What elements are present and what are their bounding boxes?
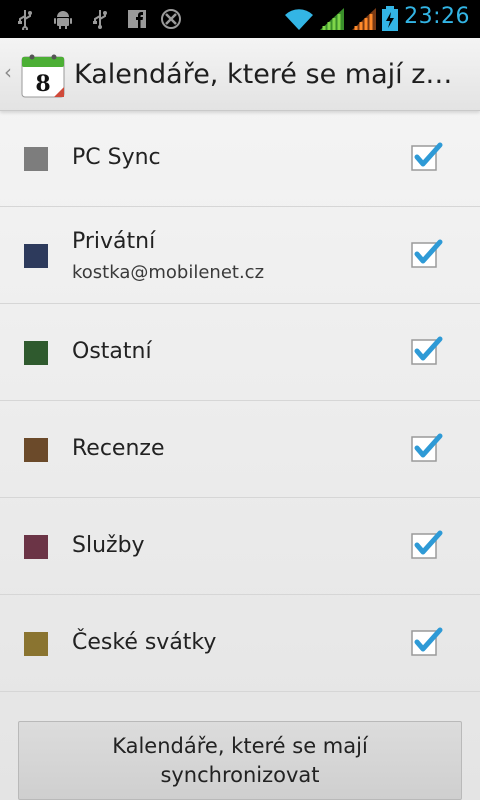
- calendar-row-recenze[interactable]: Recenze: [0, 401, 480, 498]
- calendar-name: Recenze: [72, 436, 165, 461]
- checkbox-checked-icon[interactable]: [408, 334, 444, 368]
- calendars-to-sync-button[interactable]: Kalendáře, které se mají synchronizovat: [18, 721, 462, 800]
- calendar-row-ceske-svatky[interactable]: České svátky: [0, 595, 480, 692]
- checkbox-checked-icon[interactable]: [408, 431, 444, 465]
- calendar-color-swatch: [24, 438, 48, 462]
- calendar-color-swatch: [24, 632, 48, 656]
- checkbox-checked-icon[interactable]: [408, 237, 444, 271]
- calendar-account: kostka@mobilenet.cz: [72, 262, 265, 283]
- calendar-name: PC Sync: [72, 145, 161, 170]
- calendar-list: PC Sync Privátní kostka@mobilenet.cz Ost…: [0, 110, 480, 692]
- calendar-name: České svátky: [72, 630, 217, 655]
- page-title: Kalendáře, které se mají zobrazit: [74, 59, 466, 90]
- sync-button-label: Kalendáře, které se mají synchronizovat: [112, 733, 368, 787]
- usb-icon: [93, 10, 107, 29]
- checkbox-checked-icon[interactable]: [408, 140, 444, 174]
- calendar-row-privatni[interactable]: Privátní kostka@mobilenet.cz: [0, 207, 480, 304]
- calendar-color-swatch: [24, 341, 48, 365]
- wifi-icon: [285, 9, 313, 31]
- checkbox-checked-icon[interactable]: [408, 625, 444, 659]
- signal-roaming-icon: [352, 8, 376, 30]
- calendar-color-swatch: [24, 147, 48, 171]
- calendar-row-pc-sync[interactable]: PC Sync: [0, 110, 480, 207]
- calendar-row-ostatni[interactable]: Ostatní: [0, 304, 480, 401]
- calendar-name: Služby: [72, 533, 145, 558]
- checkbox-checked-icon[interactable]: [408, 528, 444, 562]
- facebook-icon: [128, 10, 146, 28]
- usb-icon: [18, 10, 32, 30]
- calendar-color-swatch: [24, 244, 48, 268]
- battery-charging-icon: [382, 6, 398, 31]
- clock: 23:26: [404, 4, 470, 29]
- app-x-icon: [161, 9, 181, 29]
- calendar-color-swatch: [24, 535, 48, 559]
- calendar-name: Privátní: [72, 229, 156, 254]
- action-bar: ‹ 8 Kalendáře, které se mají zobrazit: [0, 38, 480, 111]
- calendar-row-sluzby[interactable]: Služby: [0, 498, 480, 595]
- calendar-name: Ostatní: [72, 339, 152, 364]
- calendar-day-number: 8: [35, 71, 50, 97]
- signal-icon: [320, 8, 344, 30]
- android-debug-icon: [54, 11, 72, 29]
- up-caret-icon[interactable]: ‹: [4, 62, 12, 82]
- status-bar: 23:26: [0, 0, 480, 38]
- calendar-app-icon[interactable]: 8: [20, 53, 66, 99]
